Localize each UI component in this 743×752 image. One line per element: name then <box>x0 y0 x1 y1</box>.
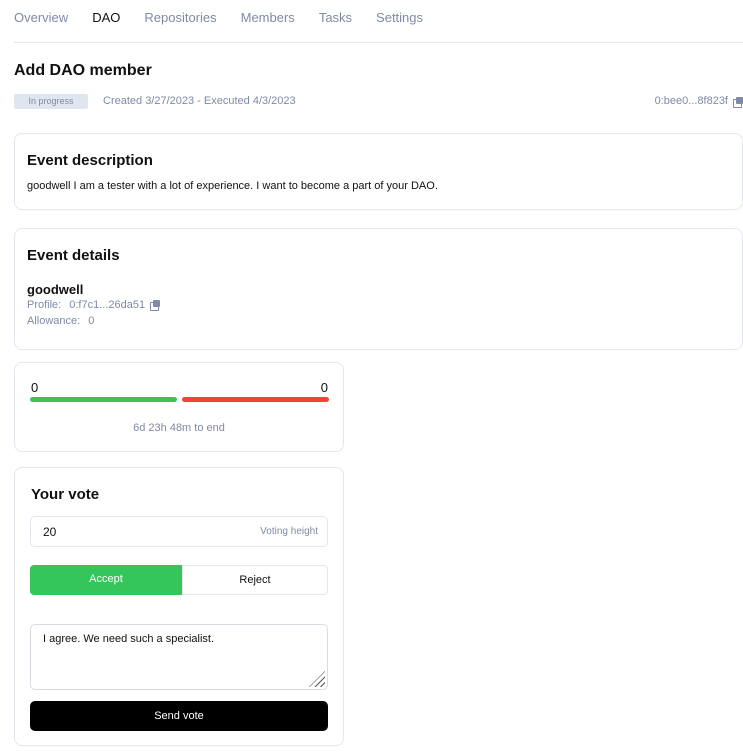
event-dates: Created 3/27/2023 - Executed 4/3/2023 <box>103 95 296 107</box>
status-badge: In progress <box>14 94 88 109</box>
reject-count: 0 <box>320 380 328 395</box>
tab-repositories[interactable]: Repositories <box>144 0 216 36</box>
allowance-value: 0 <box>88 315 95 327</box>
profile-line: Profile: 0:f7c1...26da51 <box>27 299 161 311</box>
event-address-text: 0:bee0...8f823f <box>654 95 728 107</box>
voting-height-hint: Voting height <box>260 526 318 537</box>
event-description-text: goodwell I am a tester with a lot of exp… <box>27 180 438 192</box>
resize-handle-icon[interactable] <box>309 671 325 687</box>
tab-overview[interactable]: Overview <box>14 0 68 36</box>
event-description-title: Event description <box>27 152 153 169</box>
tab-tasks[interactable]: Tasks <box>319 0 352 36</box>
dao-tabs: Overview DAO Repositories Members Tasks … <box>14 0 447 36</box>
reject-button[interactable]: Reject <box>182 565 328 595</box>
event-meta-row: In progress Created 3/27/2023 - Executed… <box>14 94 743 110</box>
time-left: 6d 23h 48m to end <box>133 422 225 434</box>
accept-button[interactable]: Accept <box>30 565 182 595</box>
reject-bar <box>182 397 329 402</box>
tab-settings[interactable]: Settings <box>376 0 423 36</box>
allowance-line: Allowance: 0 <box>27 315 94 327</box>
event-address: 0:bee0...8f823f <box>655 94 743 109</box>
comment-text: I agree. We need such a specialist. <box>43 633 215 645</box>
accept-count: 0 <box>31 380 39 395</box>
send-vote-button[interactable]: Send vote <box>30 701 328 731</box>
accept-bar <box>30 397 177 402</box>
your-vote-card: Your vote 20 Voting height Accept Reject… <box>14 467 344 746</box>
tab-members[interactable]: Members <box>241 0 295 36</box>
voting-height-input[interactable]: 20 Voting height <box>30 516 328 547</box>
tabs-divider <box>14 42 743 43</box>
page-title: Add DAO member <box>14 62 152 79</box>
comment-textarea[interactable]: I agree. We need such a specialist. <box>30 624 328 690</box>
event-description-card: Event description goodwell I am a tester… <box>14 133 743 210</box>
voting-height-value: 20 <box>43 525 57 539</box>
profile-label: Profile: <box>27 299 62 311</box>
event-details-title: Event details <box>27 247 120 264</box>
event-details-card: Event details goodwell Profile: 0:f7c1..… <box>14 228 743 350</box>
your-vote-title: Your vote <box>31 486 100 503</box>
tab-dao[interactable]: DAO <box>92 0 120 36</box>
profile-value: 0:f7c1...26da51 <box>69 299 146 311</box>
voting-results-card: 0 0 6d 23h 48m to end <box>14 362 344 452</box>
allowance-label: Allowance: <box>27 315 81 327</box>
copy-icon[interactable] <box>150 300 161 311</box>
member-name: goodwell <box>27 282 84 297</box>
copy-icon[interactable] <box>733 96 743 108</box>
